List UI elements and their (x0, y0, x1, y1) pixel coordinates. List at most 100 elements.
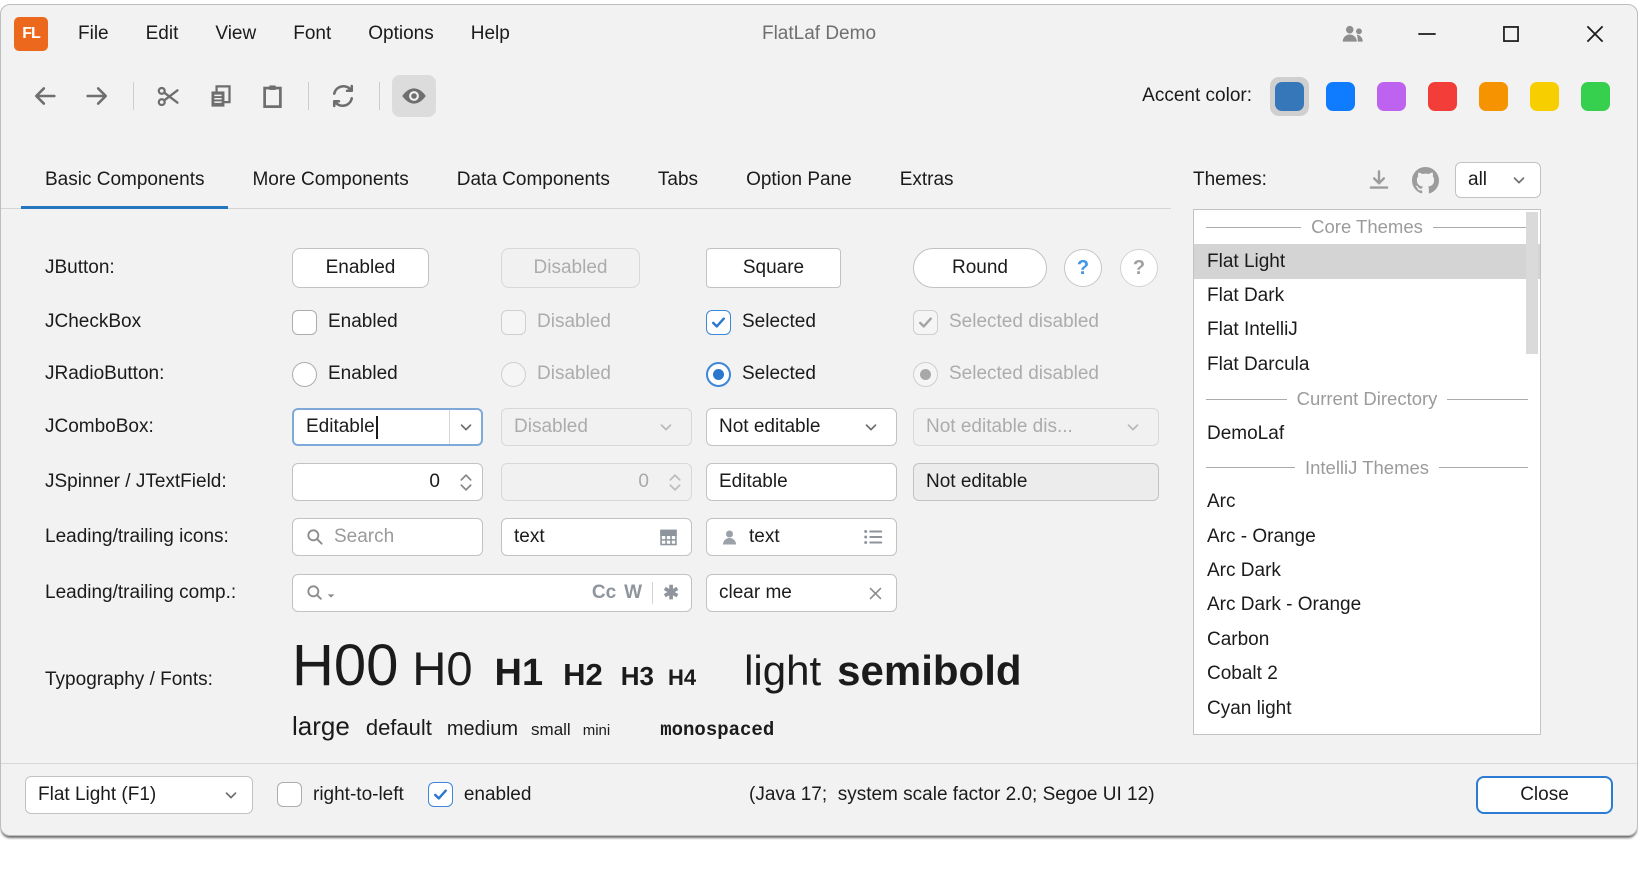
tab-option-pane[interactable]: Option Pane (722, 151, 876, 208)
download-icon[interactable] (1366, 167, 1392, 193)
theme-item-dark-flat[interactable]: Dark Flat (1194, 726, 1540, 735)
accent-swatch-orange[interactable] (1474, 77, 1513, 116)
table-icon[interactable] (658, 527, 679, 548)
not-editable-combobox[interactable]: Not editable (706, 408, 897, 446)
tab-tabs[interactable]: Tabs (634, 151, 722, 208)
jbutton-row: JButton: Enabled Disabled Square Round ?… (1, 248, 1171, 288)
accent-swatch-green[interactable] (1576, 77, 1615, 116)
tab-basic-components[interactable]: Basic Components (21, 151, 228, 208)
text-field-with-table-icon[interactable]: text (501, 518, 692, 556)
theme-item-flat-intellij[interactable]: Flat IntelliJ (1194, 313, 1540, 347)
whole-word-button[interactable]: W (624, 582, 642, 604)
typography-label: Typography / Fonts: (45, 669, 213, 691)
jradiobutton-label: JRadioButton: (45, 363, 164, 385)
typography-sizes: large default medium small mini monospac… (292, 711, 774, 742)
users-icon[interactable] (1325, 12, 1381, 56)
round-button[interactable]: Round (913, 248, 1047, 288)
enabled-button[interactable]: Enabled (292, 248, 429, 288)
accent-swatch-color (1479, 82, 1508, 111)
theme-item-cyan-light[interactable]: Cyan light (1194, 691, 1540, 725)
themes-list[interactable]: Core ThemesFlat LightFlat DarkFlat Intel… (1193, 209, 1541, 735)
jspinner-row: JSpinner / JTextField: 0 0 Editable Not … (1, 463, 1171, 501)
radio-selected-icon (913, 362, 938, 387)
close-button[interactable]: Close (1476, 776, 1613, 814)
tab-more-components[interactable]: More Components (228, 151, 432, 208)
not-editable-disabled-combobox: Not editable dis... (913, 408, 1159, 446)
radio-label: Selected disabled (949, 363, 1099, 385)
square-button[interactable]: Square (706, 248, 841, 288)
menu-font[interactable]: Font (293, 23, 331, 45)
laf-selector-combobox[interactable]: Flat Light (F1) (25, 776, 253, 814)
accent-swatch-yellow[interactable] (1525, 77, 1564, 116)
h00-sample: H00 (292, 637, 398, 695)
match-case-button[interactable]: Cc (592, 582, 616, 604)
accent-swatch-blue[interactable] (1321, 77, 1360, 116)
spinner[interactable]: 0 (292, 463, 483, 501)
back-button[interactable] (23, 75, 67, 117)
editable-textfield[interactable]: Editable (706, 463, 897, 501)
theme-item-flat-darcula[interactable]: Flat Darcula (1194, 348, 1540, 382)
spinner-arrows-icon[interactable] (450, 473, 482, 492)
search-history-field[interactable]: Cc W ✱ (292, 574, 692, 612)
chevron-down-icon (1510, 171, 1528, 189)
theme-item-flat-light[interactable]: Flat Light (1194, 244, 1540, 278)
search-field[interactable]: Search (292, 518, 483, 556)
editable-combobox[interactable]: Editable (292, 408, 483, 446)
tab-extras[interactable]: Extras (876, 151, 978, 208)
right-to-left-checkbox[interactable]: right-to-left (277, 782, 404, 807)
regex-button[interactable]: ✱ (663, 582, 679, 605)
search-placeholder: Search (334, 526, 394, 548)
clearable-field[interactable]: clear me (706, 574, 897, 612)
light-weight-sample: light (744, 650, 821, 692)
clear-icon[interactable] (867, 585, 884, 602)
radio-enabled[interactable]: Enabled (292, 362, 398, 387)
theme-item-arc[interactable]: Arc (1194, 485, 1540, 519)
theme-group-separator-current-directory: Current Directory (1194, 382, 1540, 416)
combobox-value: Not editable (719, 416, 820, 438)
tab-data-components[interactable]: Data Components (433, 151, 634, 208)
cut-button[interactable] (146, 75, 190, 117)
semibold-weight-sample: semibold (837, 650, 1021, 692)
text-field-with-user-icon[interactable]: text (706, 518, 897, 556)
refresh-button[interactable] (321, 75, 365, 117)
help-button[interactable]: ? (1064, 249, 1102, 287)
enabled-checkbox[interactable]: enabled (428, 782, 532, 807)
theme-item-carbon[interactable]: Carbon (1194, 623, 1540, 657)
paste-button[interactable] (250, 75, 294, 117)
small-sample: small (531, 720, 571, 740)
checkbox-checked-icon (913, 310, 938, 335)
github-icon[interactable] (1412, 167, 1439, 194)
checkbox-enabled[interactable]: Enabled (292, 310, 398, 335)
checkbox-selected[interactable]: Selected (706, 310, 816, 335)
accent-swatch-red[interactable] (1423, 77, 1462, 116)
list-icon[interactable] (862, 526, 884, 548)
theme-item-arc-dark-orange[interactable]: Arc Dark - Orange (1194, 588, 1540, 622)
h3-sample: H3 (621, 663, 654, 689)
menu-help[interactable]: Help (471, 23, 510, 45)
chevron-down-icon[interactable] (449, 410, 481, 444)
monospaced-sample: monospaced (660, 719, 774, 742)
accent-swatch-default-blue[interactable] (1270, 77, 1309, 116)
themes-scrollbar-thumb[interactable] (1526, 212, 1538, 354)
minimize-button[interactable] (1399, 12, 1455, 56)
search-with-history-icon[interactable] (305, 583, 336, 603)
forward-button[interactable] (75, 75, 119, 117)
radio-selected[interactable]: Selected (706, 362, 816, 387)
menu-view[interactable]: View (215, 23, 256, 45)
theme-item-demolaf[interactable]: DemoLaf (1194, 416, 1540, 450)
laf-selector-value: Flat Light (F1) (38, 784, 156, 806)
show-hidden-toggle-button[interactable] (392, 75, 436, 117)
close-window-button[interactable] (1567, 12, 1623, 56)
accent-swatch-purple[interactable] (1372, 77, 1411, 116)
accent-swatch-color (1326, 82, 1355, 111)
maximize-button[interactable] (1483, 12, 1539, 56)
menu-edit[interactable]: Edit (146, 23, 179, 45)
copy-button[interactable] (198, 75, 242, 117)
menu-file[interactable]: File (78, 23, 109, 45)
theme-item-cobalt-2[interactable]: Cobalt 2 (1194, 657, 1540, 691)
menu-options[interactable]: Options (368, 23, 433, 45)
themes-filter-combobox[interactable]: all (1455, 162, 1541, 198)
theme-item-arc-dark[interactable]: Arc Dark (1194, 554, 1540, 588)
theme-item-arc-orange[interactable]: Arc - Orange (1194, 520, 1540, 554)
theme-item-flat-dark[interactable]: Flat Dark (1194, 279, 1540, 313)
